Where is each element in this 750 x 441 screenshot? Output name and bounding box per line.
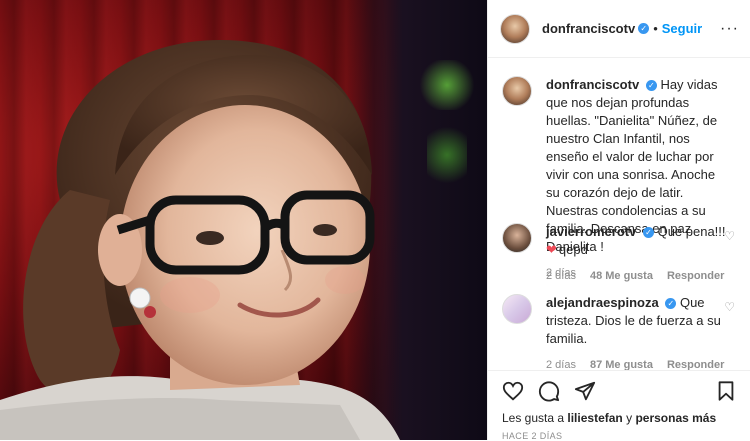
comment-bubble-icon[interactable] bbox=[538, 380, 560, 402]
comment-text: Que pena!!! bbox=[657, 224, 726, 239]
likes-summary: Les gusta a liliestefan y personas más bbox=[502, 411, 737, 425]
action-icons bbox=[502, 379, 737, 403]
reply-button[interactable]: Responder bbox=[667, 267, 724, 285]
commenter-avatar[interactable] bbox=[502, 294, 532, 324]
comment-likes[interactable]: 87 Me gusta bbox=[590, 356, 653, 370]
verified-badge-icon: ✓ bbox=[645, 80, 657, 92]
comment-username[interactable]: alejandraespinoza bbox=[546, 295, 659, 310]
likes-prefix: Les gusta a bbox=[502, 411, 565, 425]
bookmark-icon[interactable] bbox=[715, 380, 737, 402]
comment-item: alejandraespinoza ✓ Que tristeza. Dios l… bbox=[488, 294, 750, 370]
author-username[interactable]: donfranciscotv bbox=[542, 21, 635, 36]
commenter-avatar[interactable] bbox=[502, 223, 532, 253]
comment-meta: 2 días 48 Me gusta Responder bbox=[546, 267, 726, 285]
like-comment-heart-icon[interactable]: ♡ bbox=[724, 229, 735, 243]
likes-middle: y bbox=[626, 411, 633, 425]
verified-badge-icon: ✓ bbox=[638, 23, 650, 34]
comment-second-line: ❤ qepd bbox=[546, 241, 726, 259]
separator-dot: • bbox=[653, 21, 658, 36]
comment-time[interactable]: 2 días bbox=[546, 267, 576, 285]
caption-author-avatar[interactable] bbox=[502, 76, 532, 106]
like-heart-icon[interactable] bbox=[502, 380, 524, 402]
comment-body: javierromerotv ✓ Que pena!!! ❤ qepd 2 día… bbox=[546, 223, 726, 285]
post-actions: Les gusta a liliestefan y personas más H… bbox=[488, 370, 750, 441]
instagram-post-view: donfranciscotv ✓ • Seguir ··· donfrancis… bbox=[0, 0, 750, 441]
verified-badge-icon: ✓ bbox=[642, 227, 654, 239]
share-direct-icon[interactable] bbox=[574, 380, 596, 402]
caption-username[interactable]: donfranciscotv bbox=[546, 77, 639, 92]
red-heart-icon: ❤ bbox=[546, 242, 557, 257]
verified-badge-icon: ✓ bbox=[665, 298, 677, 310]
comment-body: alejandraespinoza ✓ Que tristeza. Dios l… bbox=[546, 294, 726, 370]
post-side-panel: donfranciscotv ✓ • Seguir ··· donfrancis… bbox=[487, 0, 750, 441]
girl-portrait bbox=[0, 40, 400, 440]
reply-button[interactable]: Responder bbox=[667, 356, 724, 370]
comment-meta: 2 días 87 Me gusta Responder bbox=[546, 356, 726, 370]
author-avatar[interactable] bbox=[500, 13, 530, 44]
comment-username[interactable]: javierromerotv bbox=[546, 224, 636, 239]
comment-item: javierromerotv ✓ Que pena!!! ❤ qepd 2 día… bbox=[488, 223, 750, 285]
more-options-icon[interactable]: ··· bbox=[720, 20, 739, 38]
follow-button[interactable]: Seguir bbox=[662, 21, 702, 36]
likes-others-link[interactable]: personas más bbox=[635, 411, 716, 425]
comments-list[interactable]: donfranciscotv ✓ Hay vidas que nos dejan… bbox=[488, 58, 750, 370]
post-photo[interactable] bbox=[0, 0, 487, 440]
comment-time[interactable]: 2 días bbox=[546, 356, 576, 370]
post-header: donfranciscotv ✓ • Seguir ··· bbox=[488, 0, 750, 58]
likes-user-link[interactable]: liliestefan bbox=[567, 411, 622, 425]
like-comment-heart-icon[interactable]: ♡ bbox=[724, 300, 735, 314]
comment-text-line2: qepd bbox=[558, 242, 588, 257]
comment-likes[interactable]: 48 Me gusta bbox=[590, 267, 653, 285]
